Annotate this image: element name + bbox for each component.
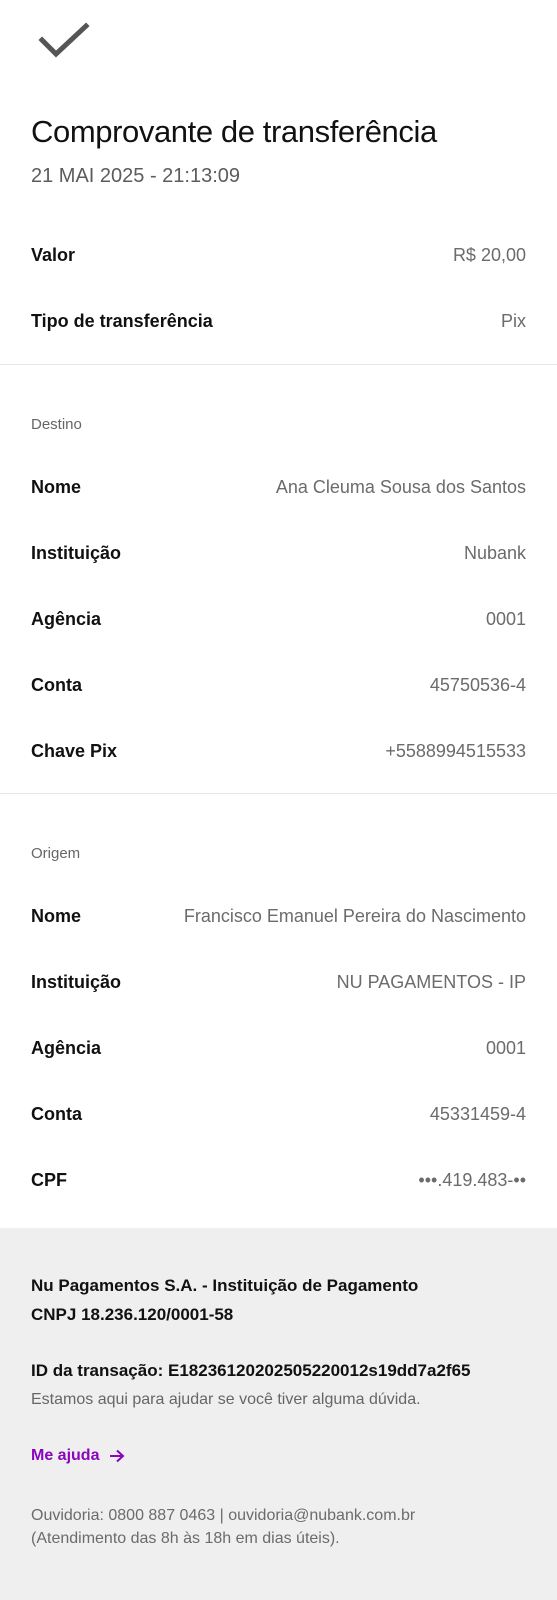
row-label: Valor [31,244,76,265]
origem-row-instituicao: Instituição NU PAGAMENTOS - IP [31,967,526,997]
row-value: Ana Cleuma Sousa dos Santos [275,476,526,497]
row-value: R$ 20,00 [452,244,526,265]
row-value: 0001 [485,1037,526,1058]
row-label: Instituição [31,971,122,992]
destino-row-nome: Nome Ana Cleuma Sousa dos Santos [31,472,526,502]
destino-row-chave-pix: Chave Pix +5588994515533 [31,736,526,766]
section-title-origem: Origem [31,845,81,862]
checkmark-icon [38,22,90,58]
divider [0,364,557,365]
row-label: Agência [31,608,102,629]
footer: Nu Pagamentos S.A. - Instituição de Paga… [0,1228,557,1600]
transfer-datetime: 21 MAI 2025 - 21:13:09 [31,165,241,187]
row-value: NU PAGAMENTOS - IP [336,971,526,992]
destino-row-agencia: Agência 0001 [31,604,526,634]
divider [0,793,557,794]
origem-row-nome: Nome Francisco Emanuel Pereira do Nascim… [31,901,526,931]
row-label: Instituição [31,542,122,563]
summary-row-tipo: Tipo de transferência Pix [31,306,526,336]
row-label: Nome [31,476,82,497]
transaction-id: ID da transação: E18236120202505220012s1… [31,1361,471,1380]
row-value: Pix [500,310,526,331]
origem-row-agencia: Agência 0001 [31,1033,526,1063]
origem-row-cpf: CPF •••.419.483-•• [31,1165,526,1195]
company-cnpj: CNPJ 18.236.120/0001-58 [31,1305,234,1324]
row-value: 0001 [485,608,526,629]
destino-row-conta: Conta 45750536-4 [31,670,526,700]
row-label: CPF [31,1169,67,1190]
help-link-label[interactable]: Me ajuda [31,1447,99,1465]
destino-row-instituicao: Instituição Nubank [31,538,526,568]
row-label: Agência [31,1037,102,1058]
row-label: Nome [31,905,82,926]
row-value: 45750536-4 [429,674,526,695]
row-label: Conta [31,1103,82,1124]
page-title: Comprovante de transferência [31,114,437,149]
help-link[interactable]: Me ajuda [31,1447,125,1465]
row-value: +5588994515533 [385,740,526,761]
ombudsman-contact: Ouvidoria: 0800 887 0463 | ouvidoria@nub… [31,1507,416,1524]
row-label: Tipo de transferência [31,310,213,331]
row-value: •••.419.483-•• [418,1169,526,1190]
help-text: Estamos aqui para ajudar se você tiver a… [31,1391,421,1408]
row-value: 45331459-4 [429,1103,526,1124]
row-value: Nubank [463,542,526,563]
service-hours: (Atendimento das 8h às 18h em dias úteis… [31,1530,340,1547]
section-title-destino: Destino [31,416,82,433]
arrow-right-icon[interactable] [109,1449,125,1463]
origem-row-conta: Conta 45331459-4 [31,1099,526,1129]
company-name: Nu Pagamentos S.A. - Instituição de Paga… [31,1276,419,1295]
summary-row-valor: Valor R$ 20,00 [31,240,526,270]
row-label: Chave Pix [31,740,118,761]
row-label: Conta [31,674,82,695]
row-value: Francisco Emanuel Pereira do Nascimento [183,905,526,926]
